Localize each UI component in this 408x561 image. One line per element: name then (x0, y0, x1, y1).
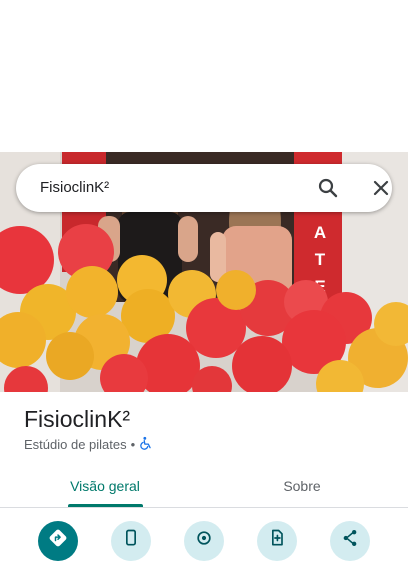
place-category: Estúdio de pilates (24, 437, 127, 452)
wheelchair-icon (139, 436, 153, 453)
directions-button[interactable] (38, 521, 78, 561)
banner-letter-a: A (314, 223, 326, 242)
tab-about[interactable]: Sobre (242, 476, 362, 508)
place-subtitle: Estúdio de pilates • (24, 436, 153, 453)
share-button[interactable] (330, 521, 370, 561)
search-bar[interactable]: FisioclinK² (16, 164, 392, 212)
save-location-icon (197, 531, 211, 545)
add-document-icon (272, 529, 283, 546)
call-button[interactable] (111, 521, 151, 561)
search-icon[interactable] (316, 176, 340, 200)
directions-icon (49, 529, 67, 547)
phone-icon (126, 529, 136, 546)
tab-divider (0, 507, 408, 508)
search-query[interactable]: FisioclinK² (40, 164, 109, 212)
top-blank-area (0, 0, 408, 152)
place-title: FisioclinK² (24, 406, 131, 432)
share-icon (343, 530, 357, 546)
banner-letter-t: T (315, 250, 326, 269)
add-document-button[interactable] (257, 521, 297, 561)
separator-dot: • (130, 437, 136, 452)
close-icon[interactable] (369, 176, 393, 200)
save-location-button[interactable] (184, 521, 224, 561)
